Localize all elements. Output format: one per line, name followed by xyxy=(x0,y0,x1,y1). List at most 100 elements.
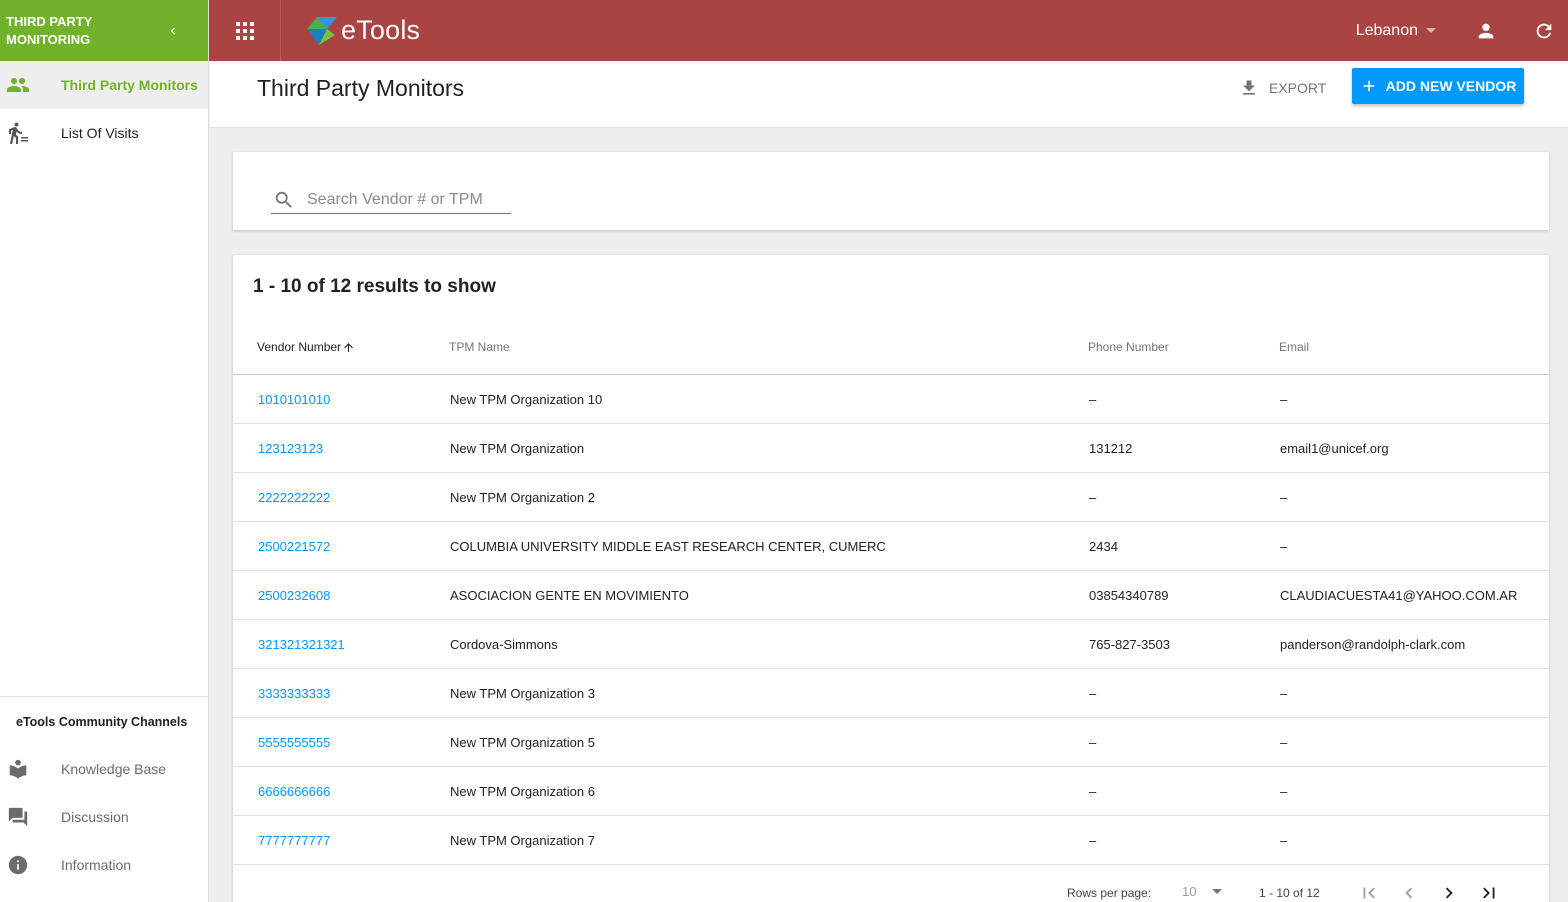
community-channels: eTools Community Channels Knowledge Base… xyxy=(0,696,209,889)
plus-icon xyxy=(1360,77,1378,95)
sidebar-item-list-of-visits[interactable]: List Of Visits xyxy=(0,109,208,157)
rows-per-page-label: Rows per page: xyxy=(1067,886,1152,900)
tpm-name-cell: Cordova-Simmons xyxy=(450,637,558,652)
previous-page-icon[interactable] xyxy=(1397,881,1421,902)
phone-number-cell: 765-827-3503 xyxy=(1089,637,1170,652)
vendor-number-link[interactable]: 3333333333 xyxy=(258,686,330,701)
vendor-number-link[interactable]: 123123123 xyxy=(258,441,323,456)
apps-grid-icon[interactable] xyxy=(209,0,281,61)
sidebar-header: THIRD PARTY MONITORING xyxy=(0,0,208,61)
table-row: 3333333333 New TPM Organization 3 – – xyxy=(233,669,1549,718)
phone-number-cell: – xyxy=(1089,392,1097,407)
caret-down-icon xyxy=(1426,28,1436,33)
email-cell: email1@unicef.org xyxy=(1280,441,1389,456)
search-card xyxy=(233,152,1549,230)
search-icon xyxy=(273,189,295,211)
sidebar-item-discussion[interactable]: Discussion xyxy=(0,793,209,841)
people-icon xyxy=(6,73,30,97)
phone-number-cell: – xyxy=(1089,686,1097,701)
export-button[interactable]: EXPORT xyxy=(1239,77,1326,99)
column-header-vendor-number[interactable]: Vendor Number xyxy=(257,340,355,354)
tpm-name-cell: COLUMBIA UNIVERSITY MIDDLE EAST RESEARCH… xyxy=(450,539,886,554)
arrow-up-icon xyxy=(342,341,355,354)
caret-down-icon xyxy=(1212,889,1223,894)
sidebar-item-label: Third Party Monitors xyxy=(61,77,198,93)
email-cell: – xyxy=(1280,490,1288,505)
logo-text: eTools xyxy=(341,15,421,45)
column-header-tpm-name[interactable]: TPM Name xyxy=(449,340,510,354)
sidebar-item-information[interactable]: Information xyxy=(0,841,209,889)
sidebar-item-label: Discussion xyxy=(61,809,129,825)
book-icon xyxy=(6,757,30,781)
vendor-number-link[interactable]: 7777777777 xyxy=(258,833,330,848)
table-row: 6666666666 New TPM Organization 6 – – xyxy=(233,767,1549,816)
table-row: 2222222222 New TPM Organization 2 – – xyxy=(233,473,1549,522)
sidebar-item-third-party-monitors[interactable]: Third Party Monitors xyxy=(0,61,208,109)
email-cell: – xyxy=(1280,392,1288,407)
email-cell: panderson@randolph-clark.com xyxy=(1280,637,1466,652)
chat-icon xyxy=(6,805,30,829)
etools-logo[interactable]: eTools xyxy=(305,15,420,47)
refresh-icon[interactable] xyxy=(1532,19,1556,43)
phone-number-cell: – xyxy=(1089,490,1097,505)
email-cell: – xyxy=(1280,784,1288,799)
vendor-number-link[interactable]: 2500232608 xyxy=(258,588,330,603)
phone-number-cell: 03854340789 xyxy=(1089,588,1169,603)
column-header-email[interactable]: Email xyxy=(1279,340,1309,354)
email-cell: – xyxy=(1280,833,1288,848)
column-header-label: Vendor Number xyxy=(257,340,342,354)
vendor-number-link[interactable]: 5555555555 xyxy=(258,735,330,750)
export-label: EXPORT xyxy=(1269,80,1327,96)
email-cell: – xyxy=(1280,686,1288,701)
table-header: Vendor Number TPM Name Phone Number Emai… xyxy=(233,335,1549,375)
next-page-icon[interactable] xyxy=(1437,881,1461,902)
add-new-vendor-label: ADD NEW VENDOR xyxy=(1385,78,1517,94)
vendor-number-link[interactable]: 6666666666 xyxy=(258,784,330,799)
tpm-name-cell: New TPM Organization 10 xyxy=(450,392,603,407)
tpm-name-cell: New TPM Organization 7 xyxy=(450,833,595,848)
vendor-number-link[interactable]: 321321321321 xyxy=(258,637,345,652)
download-icon xyxy=(1239,78,1259,98)
sidebar-item-label: Information xyxy=(61,857,132,873)
add-new-vendor-button[interactable]: ADD NEW VENDOR xyxy=(1352,68,1524,104)
tpm-name-cell: New TPM Organization 5 xyxy=(450,735,595,750)
tpm-name-cell: New TPM Organization 6 xyxy=(450,784,595,799)
table-row: 1010101010 New TPM Organization 10 – – xyxy=(233,375,1549,424)
pagination: Rows per page: 10 1 - 10 of 12 xyxy=(233,865,1549,902)
phone-number-cell: – xyxy=(1089,784,1097,799)
sidebar-item-knowledge-base[interactable]: Knowledge Base xyxy=(0,745,209,793)
vendor-number-link[interactable]: 2222222222 xyxy=(258,490,330,505)
vendors-table-card: 1 - 10 of 12 results to show Vendor Numb… xyxy=(233,255,1549,902)
last-page-icon[interactable] xyxy=(1477,881,1501,902)
table-row: 2500221572 COLUMBIA UNIVERSITY MIDDLE EAS… xyxy=(233,522,1549,571)
table-body: 1010101010 New TPM Organization 10 – – 12312… xyxy=(233,375,1549,865)
email-cell: – xyxy=(1280,735,1288,750)
vendor-number-link[interactable]: 1010101010 xyxy=(258,392,330,407)
community-title: eTools Community Channels xyxy=(16,715,188,729)
rows-per-page-value: 10 xyxy=(1182,884,1197,899)
first-page-icon[interactable] xyxy=(1357,881,1381,902)
tpm-name-cell: New TPM Organization 2 xyxy=(450,490,595,505)
column-header-phone-number[interactable]: Phone Number xyxy=(1088,340,1169,354)
search-field xyxy=(271,186,511,214)
country-label: Lebanon xyxy=(1355,21,1418,39)
app-title: THIRD PARTY MONITORING xyxy=(6,13,93,47)
tpm-name-cell: New TPM Organization 3 xyxy=(450,686,595,701)
etools-logo-icon xyxy=(307,16,337,45)
country-dropdown[interactable]: Lebanon xyxy=(1356,22,1436,40)
email-cell: CLAUDIACUESTA41@YAHOO.COM.AR xyxy=(1280,588,1518,603)
search-input[interactable] xyxy=(307,190,507,209)
chevron-left-icon[interactable] xyxy=(166,24,180,38)
table-row: 7777777777 New TPM Organization 7 – – xyxy=(233,816,1549,865)
account-icon[interactable] xyxy=(1474,19,1498,43)
email-cell: – xyxy=(1280,539,1288,554)
phone-number-cell: 131212 xyxy=(1089,441,1133,456)
tpm-name-cell: ASOCIACION GENTE EN MOVIMIENTO xyxy=(450,588,689,603)
page-header: Third Party Monitors EXPORT ADD NEW VEND… xyxy=(210,61,1568,128)
sidebar-item-label: List Of Visits xyxy=(61,125,139,141)
phone-number-cell: 2434 xyxy=(1089,539,1118,554)
table-row: 321321321321 Cordova-Simmons 765-827-3503 p… xyxy=(233,620,1549,669)
sidebar: THIRD PARTY MONITORING Third Party Monit… xyxy=(0,0,209,902)
vendor-number-link[interactable]: 2500221572 xyxy=(258,539,330,554)
rows-per-page-select[interactable]: 10 xyxy=(1182,884,1223,899)
